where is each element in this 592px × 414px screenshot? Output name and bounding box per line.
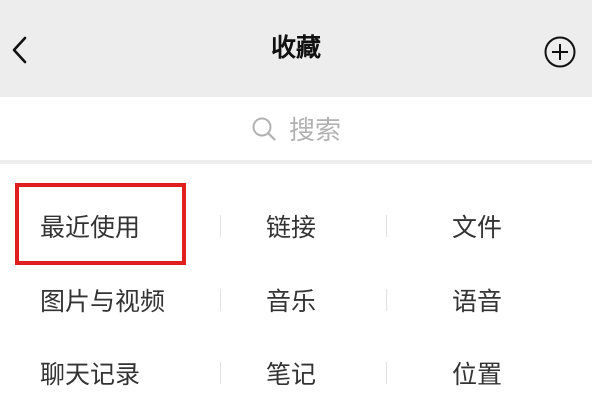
category-photos-videos[interactable]: 图片与视频 [40,271,210,329]
navigation-bar: 收藏 [0,0,592,97]
category-files[interactable]: 文件 [452,197,562,255]
column-separator [386,289,387,311]
highlight-annotation-box [15,183,186,265]
category-chat-history[interactable]: 聊天记录 [40,344,210,402]
search-area: 搜索 [0,97,592,160]
category-music[interactable]: 音乐 [266,271,376,329]
column-separator [386,215,387,237]
column-separator [386,362,387,384]
page-title: 收藏 [270,33,321,62]
column-separator [220,289,221,311]
column-separator [220,362,221,384]
column-separator [220,215,221,237]
search-placeholder: 搜索 [288,116,341,146]
search-input[interactable]: 搜索 [0,97,592,160]
category-voice[interactable]: 语音 [452,271,562,329]
search-icon [252,117,276,141]
category-links[interactable]: 链接 [266,197,376,255]
plus-circle-icon [544,36,576,68]
category-notes[interactable]: 笔记 [266,344,376,402]
category-location[interactable]: 位置 [452,344,562,402]
add-favorite-button[interactable] [538,30,582,74]
